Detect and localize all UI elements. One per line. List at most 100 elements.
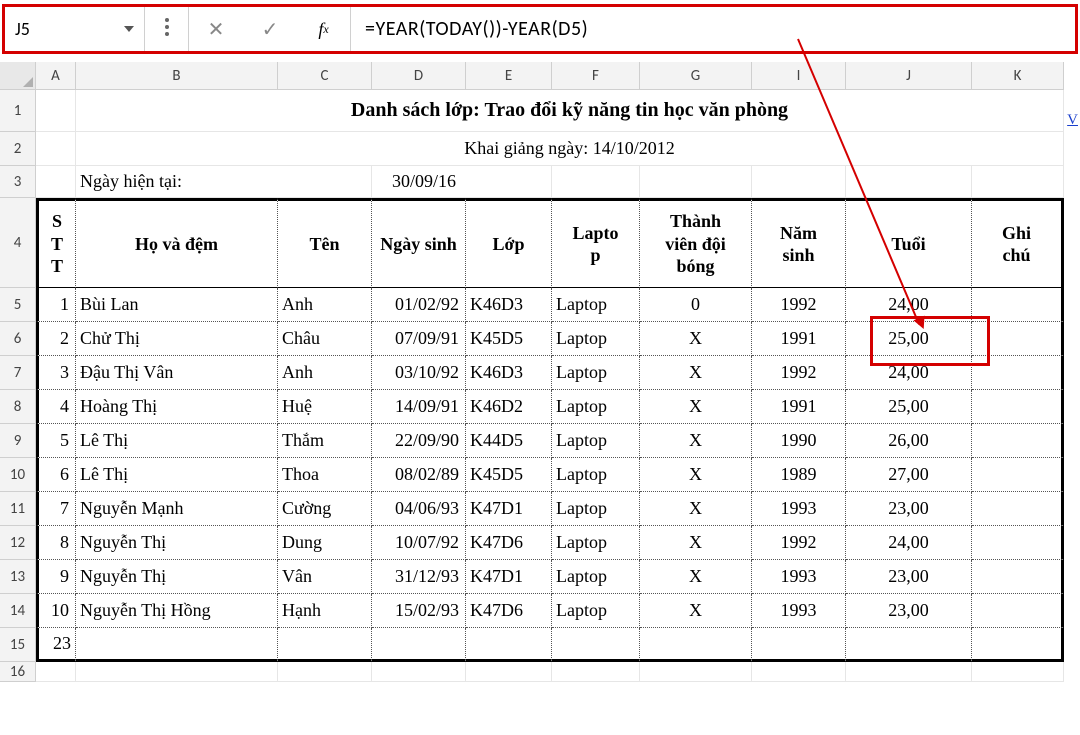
cell-thanhvien-r11[interactable]: X: [640, 492, 752, 526]
row-header-10[interactable]: 10: [0, 458, 36, 492]
cell-ghichu-r14[interactable]: [972, 594, 1064, 628]
cell-thanhvien-r13[interactable]: X: [640, 560, 752, 594]
row-header-13[interactable]: 13: [0, 560, 36, 594]
cell-lop-r13[interactable]: K47D1: [466, 560, 552, 594]
cell-lop-r14[interactable]: K47D6: [466, 594, 552, 628]
name-box[interactable]: J5: [5, 7, 145, 51]
cell-row3-4[interactable]: [972, 166, 1064, 198]
cell-stt-r7[interactable]: 3: [36, 356, 76, 390]
cell-lop-r12[interactable]: K47D6: [466, 526, 552, 560]
cell-namsinh-r5[interactable]: 1992: [752, 288, 846, 322]
cell-ghichu-r5[interactable]: [972, 288, 1064, 322]
cell-stt-r9[interactable]: 5: [36, 424, 76, 458]
cell-ghichu-r8[interactable]: [972, 390, 1064, 424]
cell-ngaysinh-r14[interactable]: 15/02/93: [372, 594, 466, 628]
cell-r16-2[interactable]: [278, 662, 372, 682]
cell-ngaysinh-r9[interactable]: 22/09/90: [372, 424, 466, 458]
cell-lop-r7[interactable]: K46D3: [466, 356, 552, 390]
cell-namsinh-r8[interactable]: 1991: [752, 390, 846, 424]
cell-tuoi-r5[interactable]: 24,00: [846, 288, 972, 322]
cell-ten-r13[interactable]: Vân: [278, 560, 372, 594]
cell-ngaysinh-r7[interactable]: 03/10/92: [372, 356, 466, 390]
row-header-1[interactable]: 1: [0, 90, 36, 132]
cell-ten-r6[interactable]: Châu: [278, 322, 372, 356]
cell-laptop-r14[interactable]: Laptop: [552, 594, 640, 628]
cell-thanhvien-r15[interactable]: [640, 628, 752, 662]
cell-stt-r5[interactable]: 1: [36, 288, 76, 322]
confirm-icon[interactable]: ✓: [243, 7, 297, 51]
cell-ten-r8[interactable]: Huệ: [278, 390, 372, 424]
cell-hodem-r15[interactable]: [76, 628, 278, 662]
cell-ngaysinh-r10[interactable]: 08/02/89: [372, 458, 466, 492]
row-header-8[interactable]: 8: [0, 390, 36, 424]
row-header-2[interactable]: 2: [0, 132, 36, 166]
cell-thanhvien-r5[interactable]: 0: [640, 288, 752, 322]
cell-laptop-r11[interactable]: Laptop: [552, 492, 640, 526]
cell-tuoi-r9[interactable]: 26,00: [846, 424, 972, 458]
col-header-A[interactable]: A: [36, 62, 76, 90]
col-header-J[interactable]: J: [846, 62, 972, 90]
cell-lop-r11[interactable]: K47D1: [466, 492, 552, 526]
cell-lop-r9[interactable]: K44D5: [466, 424, 552, 458]
row-header-11[interactable]: 11: [0, 492, 36, 526]
cell-row3-1[interactable]: [640, 166, 752, 198]
cell-tuoi-r14[interactable]: 23,00: [846, 594, 972, 628]
cell-namsinh-r7[interactable]: 1992: [752, 356, 846, 390]
cell-ten-r7[interactable]: Anh: [278, 356, 372, 390]
cell-namsinh-r10[interactable]: 1989: [752, 458, 846, 492]
cell-namsinh-r6[interactable]: 1991: [752, 322, 846, 356]
cell-thanhvien-r6[interactable]: X: [640, 322, 752, 356]
cell-ghichu-r7[interactable]: [972, 356, 1064, 390]
cell-hodem-r11[interactable]: Nguyễn Mạnh: [76, 492, 278, 526]
cell-r16-8[interactable]: [846, 662, 972, 682]
cell-tuoi-r7[interactable]: 24,00: [846, 356, 972, 390]
cell-ten-r5[interactable]: Anh: [278, 288, 372, 322]
link-v[interactable]: V: [1067, 112, 1078, 129]
cell-ghichu-r6[interactable]: [972, 322, 1064, 356]
cell-thanhvien-r12[interactable]: X: [640, 526, 752, 560]
col-header-B[interactable]: B: [76, 62, 278, 90]
cell-ghichu-r11[interactable]: [972, 492, 1064, 526]
cell-hodem-r14[interactable]: Nguyễn Thị Hồng: [76, 594, 278, 628]
spreadsheet-grid[interactable]: ABCDEFGIJK1Danh sách lớp: Trao đổi kỹ nă…: [0, 62, 1080, 682]
cell-tuoi-r12[interactable]: 24,00: [846, 526, 972, 560]
col-header-K[interactable]: K: [972, 62, 1064, 90]
cell-tuoi-r13[interactable]: 23,00: [846, 560, 972, 594]
cell-thanhvien-r10[interactable]: X: [640, 458, 752, 492]
row-header-6[interactable]: 6: [0, 322, 36, 356]
cell-r16-5[interactable]: [552, 662, 640, 682]
cell-hodem-r9[interactable]: Lê Thị: [76, 424, 278, 458]
fx-icon[interactable]: fx: [297, 7, 351, 51]
cell-laptop-r15[interactable]: [552, 628, 640, 662]
cell-hodem-r12[interactable]: Nguyễn Thị: [76, 526, 278, 560]
name-box-dropdown-icon[interactable]: [124, 26, 134, 32]
cell-namsinh-r12[interactable]: 1992: [752, 526, 846, 560]
cell-ten-r14[interactable]: Hạnh: [278, 594, 372, 628]
col-header-G[interactable]: G: [640, 62, 752, 90]
cell-laptop-r6[interactable]: Laptop: [552, 322, 640, 356]
col-header-C[interactable]: C: [278, 62, 372, 90]
cell-r16-4[interactable]: [466, 662, 552, 682]
cell-stt-r12[interactable]: 8: [36, 526, 76, 560]
cell-hodem-r5[interactable]: Bùi Lan: [76, 288, 278, 322]
cell-hodem-r6[interactable]: Chử Thị: [76, 322, 278, 356]
cell-lop-r6[interactable]: K45D5: [466, 322, 552, 356]
cell-thanhvien-r8[interactable]: X: [640, 390, 752, 424]
cell-ngaysinh-r15[interactable]: [372, 628, 466, 662]
cell-lop-r10[interactable]: K45D5: [466, 458, 552, 492]
cell-laptop-r9[interactable]: Laptop: [552, 424, 640, 458]
cell-r16-7[interactable]: [752, 662, 846, 682]
cell-A1[interactable]: [36, 90, 76, 132]
cell-namsinh-r9[interactable]: 1990: [752, 424, 846, 458]
cell-tuoi-r15[interactable]: [846, 628, 972, 662]
row-header-3[interactable]: 3: [0, 166, 36, 198]
col-header-E[interactable]: E: [466, 62, 552, 90]
cell-ten-r15[interactable]: [278, 628, 372, 662]
cell-laptop-r10[interactable]: Laptop: [552, 458, 640, 492]
cell-hodem-r8[interactable]: Hoàng Thị: [76, 390, 278, 424]
cell-stt-r8[interactable]: 4: [36, 390, 76, 424]
cell-lop-r5[interactable]: K46D3: [466, 288, 552, 322]
cell-laptop-r13[interactable]: Laptop: [552, 560, 640, 594]
cell-A2[interactable]: [36, 132, 76, 166]
cell-stt-r13[interactable]: 9: [36, 560, 76, 594]
